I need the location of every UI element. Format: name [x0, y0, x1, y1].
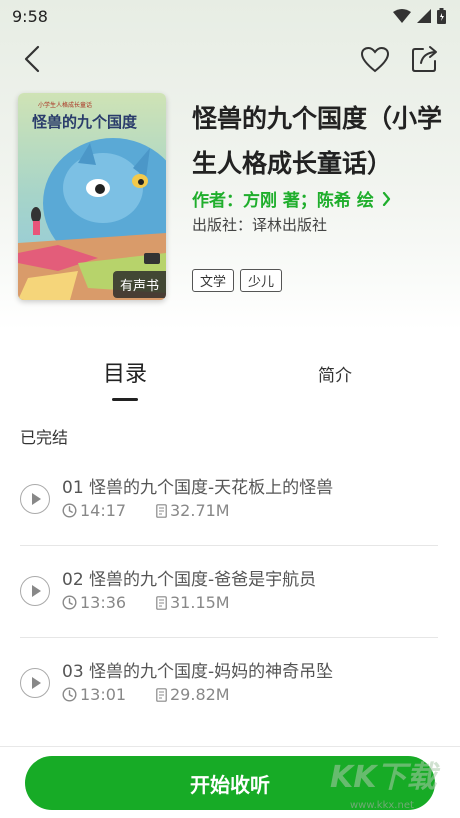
chapter-duration: 13:36 [80, 593, 127, 612]
cover-series-label: 小学生人格成长童话 [38, 101, 92, 109]
file-icon [156, 595, 167, 610]
battery-icon [437, 8, 446, 24]
tag-literature[interactable]: 文学 [192, 269, 235, 292]
chapter-duration: 14:17 [80, 501, 127, 520]
clock-icon [62, 595, 77, 610]
chapter-item[interactable]: 02 怪兽的九个国度-爸爸是宇航员 13:36 31.15M [20, 546, 438, 638]
status-bar: 9:58 [0, 0, 460, 32]
chapter-title: 02 怪兽的九个国度-爸爸是宇航员 [62, 570, 317, 590]
audiobook-badge: 有声书 [112, 271, 166, 298]
bottom-divider [0, 746, 460, 747]
play-icon [32, 585, 41, 597]
watermark-logo: KK下载 [330, 760, 437, 795]
play-icon [32, 493, 41, 505]
status-icons [393, 8, 446, 24]
tab-toc[interactable]: 目录 [92, 356, 158, 388]
play-button[interactable] [20, 576, 50, 606]
status-time: 9:58 [12, 6, 48, 26]
author-link[interactable]: 作者：方刚 著；陈希 绘 [192, 186, 391, 211]
file-icon [156, 687, 167, 702]
file-icon [156, 503, 167, 518]
back-icon[interactable] [18, 44, 48, 74]
chapter-meta: 13:36 31.15M [62, 593, 230, 612]
chapter-duration: 13:01 [80, 685, 127, 704]
chapter-meta: 13:01 29.82M [62, 685, 230, 704]
tag-list: 文学 少儿 [192, 269, 283, 292]
heart-icon[interactable] [360, 45, 390, 75]
chevron-right-icon [382, 191, 390, 206]
completion-status: 已完结 [20, 428, 69, 447]
tab-intro[interactable]: 简介 [305, 361, 365, 386]
play-icon [32, 677, 41, 689]
cover-art: 小学生人格成长童话 怪兽的九个国度 [18, 93, 166, 300]
tab-bar: 目录 简介 [0, 350, 460, 410]
author-text: 作者：方刚 著；陈希 绘 [192, 191, 374, 211]
chapter-size: 32.71M [170, 501, 230, 520]
chapter-item[interactable]: 03 怪兽的九个国度-妈妈的神奇吊坠 13:01 29.82M [20, 638, 438, 730]
nav-bar [0, 40, 460, 80]
chapter-size: 31.15M [170, 593, 230, 612]
signal-icon [417, 9, 431, 23]
play-button[interactable] [20, 484, 50, 514]
cover-title-text: 怪兽的九个国度 [32, 113, 138, 131]
chapter-list: 01 怪兽的九个国度-天花板上的怪兽 14:17 32.71M 02 怪兽的九个… [20, 454, 438, 730]
chapter-title: 01 怪兽的九个国度-天花板上的怪兽 [62, 478, 334, 498]
clock-icon [62, 503, 77, 518]
tab-active-indicator [112, 398, 138, 401]
publisher: 出版社：译林出版社 [192, 216, 328, 234]
chapter-title: 03 怪兽的九个国度-妈妈的神奇吊坠 [62, 662, 334, 682]
watermark-url: www.kkx.net [350, 800, 414, 811]
chapter-meta: 14:17 32.71M [62, 501, 230, 520]
chapter-item[interactable]: 01 怪兽的九个国度-天花板上的怪兽 14:17 32.71M [20, 454, 438, 546]
tag-children[interactable]: 少儿 [240, 269, 283, 292]
play-button[interactable] [20, 668, 50, 698]
wifi-icon [393, 9, 411, 23]
chapter-size: 29.82M [170, 685, 230, 704]
share-icon[interactable] [410, 44, 440, 74]
book-title: 怪兽的九个国度（小学生人格成长童话） [192, 104, 443, 178]
book-cover[interactable]: 小学生人格成长童话 怪兽的九个国度 有声书 [18, 93, 166, 300]
clock-icon [62, 687, 77, 702]
